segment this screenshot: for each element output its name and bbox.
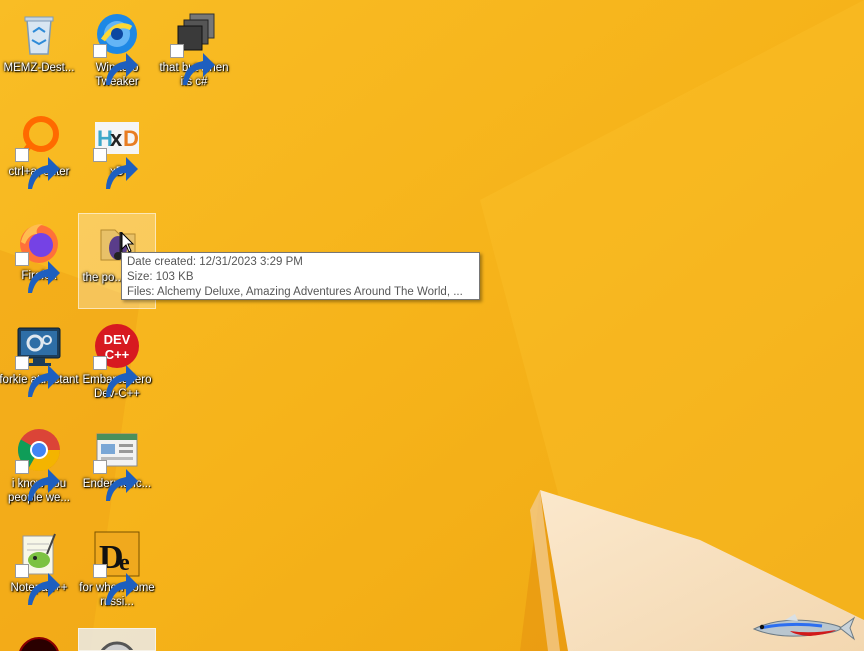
desktop-icon-partial-2[interactable] xyxy=(78,628,156,651)
partial-app-icon xyxy=(93,635,141,650)
tooltip-size: Size: 103 KB xyxy=(127,271,194,283)
hxd-icon: H x D xyxy=(93,114,141,189)
recycle-bin-icon xyxy=(15,10,63,58)
shortcut-arrow-icon xyxy=(15,564,60,605)
shortcut-arrow-icon xyxy=(93,564,138,605)
desktop-icon-that-but-when-its-csharp[interactable]: that but when its c# xyxy=(155,4,233,100)
desktop-icon-label: MEMZ-Dest... xyxy=(3,62,75,74)
desktop-icon-i-know-you-people[interactable]: i know you people we... xyxy=(0,420,78,516)
winaero-tweaker-icon xyxy=(93,10,141,85)
svg-text:x: x xyxy=(110,126,123,151)
shortcut-arrow-icon xyxy=(170,44,215,85)
stacked-windows-icon xyxy=(170,10,218,85)
tooltip-files: Files: Alchemy Deluxe, Amazing Adventure… xyxy=(127,286,463,298)
tooltip-date-created: Date created: 12/31/2023 3:29 PM xyxy=(127,256,303,268)
desktop-icon-ctrl-a-enter[interactable]: ctrl+a, enter xyxy=(0,108,78,204)
shortcut-arrow-icon xyxy=(15,148,60,189)
desktop-icon-notepad-plus-plus[interactable]: Notepad++ xyxy=(0,524,78,620)
fish-desktop-pet-icon[interactable] xyxy=(750,612,855,644)
search-ring-icon xyxy=(15,114,63,189)
mouse-cursor-icon xyxy=(121,232,135,253)
desktop-icon-partial-1[interactable] xyxy=(0,626,78,651)
desktop-icon-winaero-tweaker[interactable]: Winaero Tweaker xyxy=(78,4,156,100)
window-app-icon xyxy=(93,426,141,501)
svg-text:D: D xyxy=(123,126,139,151)
desktop-icon-firefox[interactable]: Firefox xyxy=(0,212,78,308)
shortcut-arrow-icon xyxy=(15,460,60,501)
shortcut-arrow-icon xyxy=(15,356,60,397)
shortcut-arrow-icon xyxy=(93,44,138,85)
shortcut-arrow-icon xyxy=(93,356,138,397)
desktop-icon-endermanch[interactable]: Endermanc... xyxy=(78,420,156,516)
dark-circle-icon xyxy=(15,632,63,651)
desktop-icon-xd[interactable]: H x D xD xyxy=(78,108,156,204)
de-icon: D e xyxy=(93,530,141,605)
monitor-settings-icon xyxy=(15,322,63,397)
firefox-icon xyxy=(15,218,63,293)
svg-text:DEV: DEV xyxy=(104,332,131,347)
desktop-icon-forkie-attractant[interactable]: forkie attractant xyxy=(0,316,79,412)
notepad-plus-plus-icon xyxy=(15,530,63,605)
shortcut-arrow-icon xyxy=(93,148,138,189)
dev-cpp-icon: DEV C++ xyxy=(93,322,141,397)
desktop-icon-memz[interactable]: MEMZ-Dest... xyxy=(0,4,78,100)
file-info-tooltip: Date created: 12/31/2023 3:29 PM Size: 1… xyxy=(121,252,480,300)
desktop-icon-embarcadero-dev-cpp[interactable]: DEV C++ Embarcadero Dev-C++ xyxy=(78,316,156,412)
chrome-icon xyxy=(15,426,63,501)
desktop-icon-for-when-some-russi[interactable]: D e for when some russi... xyxy=(78,524,156,620)
shortcut-arrow-icon xyxy=(93,460,138,501)
shortcut-arrow-icon xyxy=(15,252,60,293)
